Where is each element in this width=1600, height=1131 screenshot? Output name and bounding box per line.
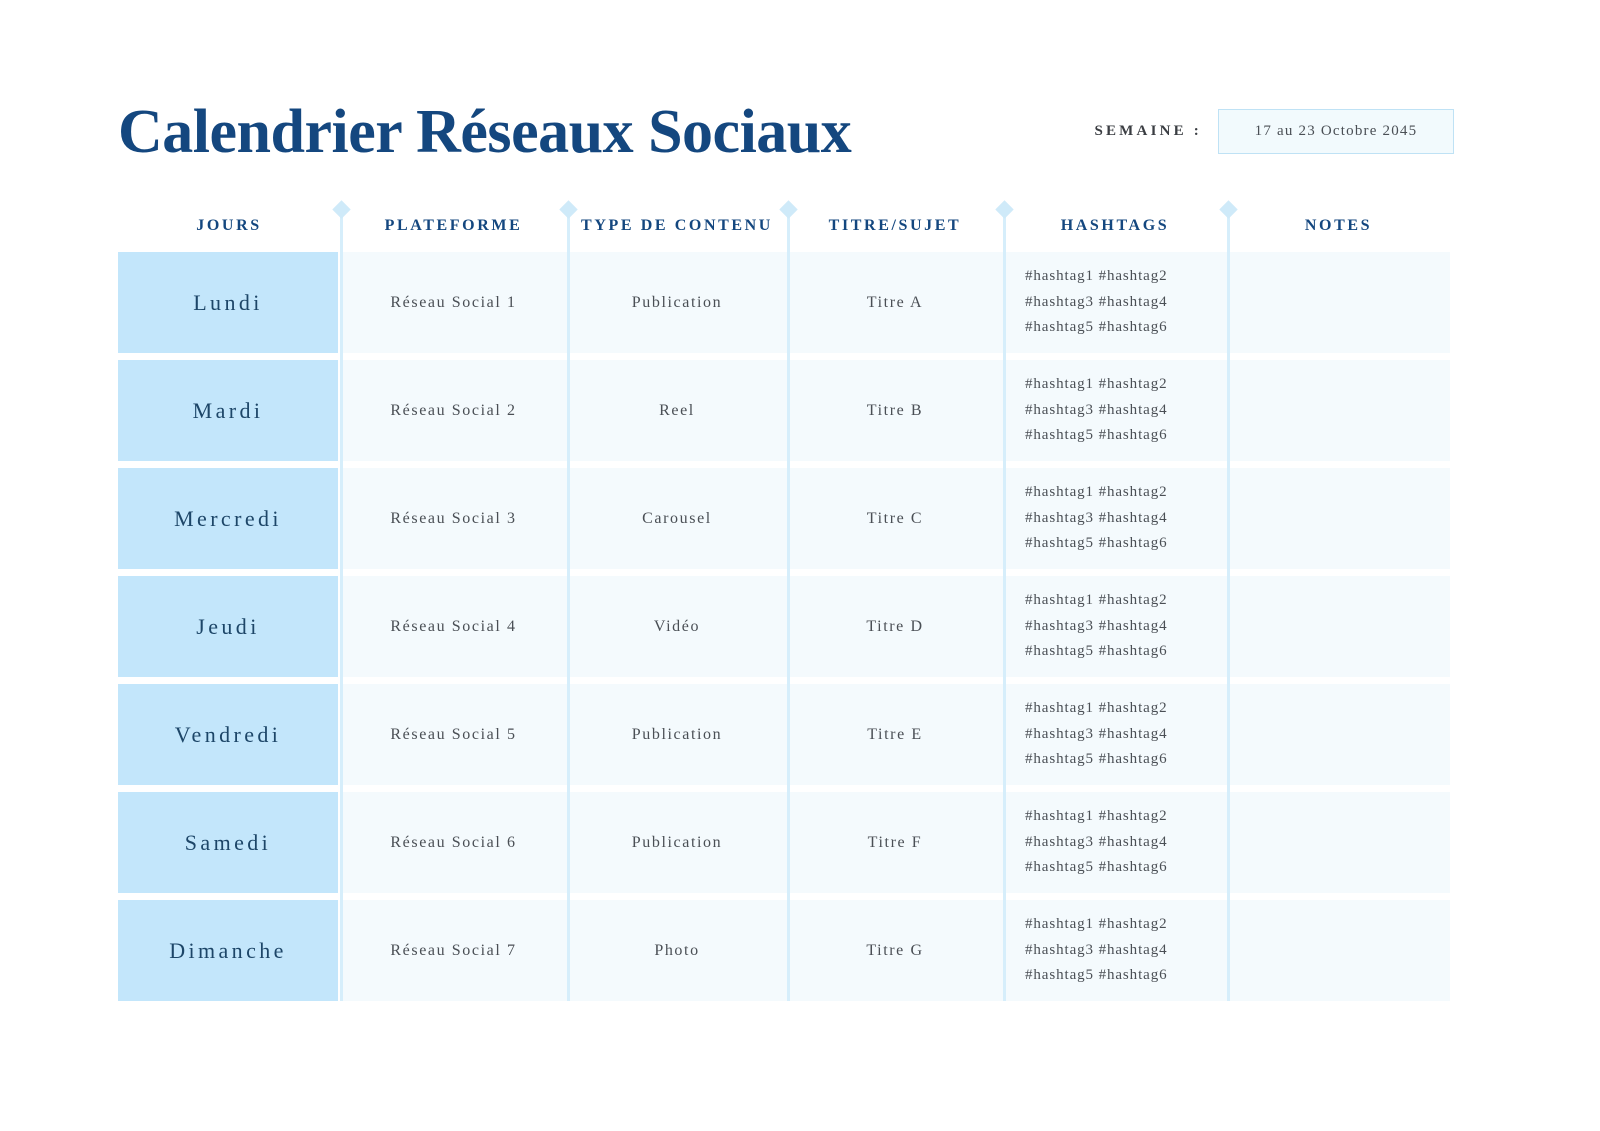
- column-header-notes: NOTES: [1227, 200, 1450, 252]
- cell-notes[interactable]: [1227, 468, 1450, 569]
- page-title: Calendrier Réseaux Sociaux: [118, 98, 852, 166]
- cell-day: Vendredi: [118, 684, 338, 785]
- table-row: Mardi Réseau Social 2 Reel Titre B #hashtag1…: [118, 360, 1450, 461]
- cell-hashtags[interactable]: #hashtag1 #hashtag2 #hashtag3 #hashtag4 #h…: [1003, 252, 1227, 353]
- page-header: Calendrier Réseaux Sociaux SEMAINE : 17 …: [118, 86, 1454, 178]
- hashtag-line: #hashtag1 #hashtag2: [1025, 483, 1168, 500]
- cell-content-type[interactable]: Carousel: [567, 468, 787, 569]
- table-body: Lundi Réseau Social 1 Publication Titre A #h…: [118, 252, 1450, 1001]
- week-label: SEMAINE :: [1094, 122, 1202, 139]
- cell-title[interactable]: Titre D: [787, 576, 1003, 677]
- cell-content-type[interactable]: Publication: [567, 792, 787, 893]
- cell-hashtags[interactable]: #hashtag1 #hashtag2 #hashtag3 #hashtag4 #h…: [1003, 900, 1227, 1001]
- table-row: Mercredi Réseau Social 3 Carousel Titre C #h…: [118, 468, 1450, 569]
- cell-platform[interactable]: Réseau Social 6: [340, 792, 567, 893]
- hashtag-line: #hashtag1 #hashtag2: [1025, 591, 1168, 608]
- table-row: Dimanche Réseau Social 7 Photo Titre G #hash…: [118, 900, 1450, 1001]
- table-row: Samedi Réseau Social 6 Publication Titre F #…: [118, 792, 1450, 893]
- cell-notes[interactable]: [1227, 252, 1450, 353]
- hashtag-line: #hashtag3 #hashtag4: [1025, 617, 1168, 634]
- cell-hashtags[interactable]: #hashtag1 #hashtag2 #hashtag3 #hashtag4 #h…: [1003, 684, 1227, 785]
- hashtag-line: #hashtag3 #hashtag4: [1025, 725, 1168, 742]
- calendar-table: JOURS PLATEFORME TYPE DE CONTENU TITRE/S…: [118, 200, 1450, 1001]
- hashtag-line: #hashtag5 #hashtag6: [1025, 643, 1168, 660]
- calendar-page: Calendrier Réseaux Sociaux SEMAINE : 17 …: [0, 0, 1600, 1131]
- cell-hashtags[interactable]: #hashtag1 #hashtag2 #hashtag3 #hashtag4 #h…: [1003, 792, 1227, 893]
- hashtag-line: #hashtag5 #hashtag6: [1025, 859, 1168, 876]
- hashtag-list: #hashtag1 #hashtag2 #hashtag3 #hashtag4 #h…: [1025, 482, 1168, 555]
- cell-hashtags[interactable]: #hashtag1 #hashtag2 #hashtag3 #hashtag4 #h…: [1003, 468, 1227, 569]
- cell-day: Samedi: [118, 792, 338, 893]
- week-value-box[interactable]: 17 au 23 Octobre 2045: [1218, 108, 1454, 154]
- hashtag-list: #hashtag1 #hashtag2 #hashtag3 #hashtag4 #h…: [1025, 806, 1168, 879]
- cell-title[interactable]: Titre G: [787, 900, 1003, 1001]
- cell-hashtags[interactable]: #hashtag1 #hashtag2 #hashtag3 #hashtag4 #h…: [1003, 360, 1227, 461]
- hashtag-line: #hashtag5 #hashtag6: [1025, 967, 1168, 984]
- table-header-row: JOURS PLATEFORME TYPE DE CONTENU TITRE/S…: [118, 200, 1450, 252]
- cell-platform[interactable]: Réseau Social 3: [340, 468, 567, 569]
- hashtag-line: #hashtag5 #hashtag6: [1025, 319, 1168, 336]
- cell-platform[interactable]: Réseau Social 7: [340, 900, 567, 1001]
- hashtag-list: #hashtag1 #hashtag2 #hashtag3 #hashtag4 #h…: [1025, 914, 1168, 987]
- table-row: Jeudi Réseau Social 4 Vidéo Titre D #hashtag…: [118, 576, 1450, 677]
- cell-platform[interactable]: Réseau Social 2: [340, 360, 567, 461]
- hashtag-line: #hashtag1 #hashtag2: [1025, 375, 1168, 392]
- hashtag-line: #hashtag1 #hashtag2: [1025, 915, 1168, 932]
- hashtag-line: #hashtag3 #hashtag4: [1025, 401, 1168, 418]
- cell-content-type[interactable]: Publication: [567, 684, 787, 785]
- cell-notes[interactable]: [1227, 360, 1450, 461]
- hashtag-line: #hashtag5 #hashtag6: [1025, 427, 1168, 444]
- hashtag-line: #hashtag3 #hashtag4: [1025, 833, 1168, 850]
- column-header-jours: JOURS: [118, 200, 340, 252]
- cell-notes[interactable]: [1227, 576, 1450, 677]
- week-value: 17 au 23 Octobre 2045: [1254, 122, 1418, 139]
- cell-platform[interactable]: Réseau Social 4: [340, 576, 567, 677]
- hashtag-line: #hashtag3 #hashtag4: [1025, 509, 1168, 526]
- hashtag-line: #hashtag5 #hashtag6: [1025, 535, 1168, 552]
- cell-title[interactable]: Titre A: [787, 252, 1003, 353]
- column-header-hashtags: HASHTAGS: [1003, 200, 1227, 252]
- cell-day: Mercredi: [118, 468, 338, 569]
- hashtag-list: #hashtag1 #hashtag2 #hashtag3 #hashtag4 #h…: [1025, 266, 1168, 339]
- cell-platform[interactable]: Réseau Social 5: [340, 684, 567, 785]
- cell-title[interactable]: Titre C: [787, 468, 1003, 569]
- cell-day: Lundi: [118, 252, 338, 353]
- cell-content-type[interactable]: Publication: [567, 252, 787, 353]
- cell-hashtags[interactable]: #hashtag1 #hashtag2 #hashtag3 #hashtag4 #h…: [1003, 576, 1227, 677]
- cell-notes[interactable]: [1227, 792, 1450, 893]
- hashtag-line: #hashtag1 #hashtag2: [1025, 699, 1168, 716]
- table-row: Vendredi Réseau Social 5 Publication Titre …: [118, 684, 1450, 785]
- cell-title[interactable]: Titre B: [787, 360, 1003, 461]
- cell-day: Dimanche: [118, 900, 338, 1001]
- hashtag-line: #hashtag5 #hashtag6: [1025, 751, 1168, 768]
- cell-day: Mardi: [118, 360, 338, 461]
- hashtag-line: #hashtag1 #hashtag2: [1025, 267, 1168, 284]
- column-header-plateforme: PLATEFORME: [340, 200, 567, 252]
- cell-notes[interactable]: [1227, 900, 1450, 1001]
- cell-content-type[interactable]: Vidéo: [567, 576, 787, 677]
- hashtag-list: #hashtag1 #hashtag2 #hashtag3 #hashtag4 #h…: [1025, 698, 1168, 771]
- column-header-titre-sujet: TITRE/SUJET: [787, 200, 1003, 252]
- column-header-type-de-contenu: TYPE DE CONTENU: [567, 200, 787, 252]
- cell-platform[interactable]: Réseau Social 1: [340, 252, 567, 353]
- cell-title[interactable]: Titre E: [787, 684, 1003, 785]
- cell-notes[interactable]: [1227, 684, 1450, 785]
- cell-day: Jeudi: [118, 576, 338, 677]
- week-selector: SEMAINE : 17 au 23 Octobre 2045: [1094, 108, 1454, 156]
- hashtag-list: #hashtag1 #hashtag2 #hashtag3 #hashtag4 #h…: [1025, 590, 1168, 663]
- table-row: Lundi Réseau Social 1 Publication Titre A #h…: [118, 252, 1450, 353]
- hashtag-list: #hashtag1 #hashtag2 #hashtag3 #hashtag4 #h…: [1025, 374, 1168, 447]
- cell-title[interactable]: Titre F: [787, 792, 1003, 893]
- cell-content-type[interactable]: Reel: [567, 360, 787, 461]
- cell-content-type[interactable]: Photo: [567, 900, 787, 1001]
- hashtag-line: #hashtag3 #hashtag4: [1025, 293, 1168, 310]
- hashtag-line: #hashtag1 #hashtag2: [1025, 807, 1168, 824]
- hashtag-line: #hashtag3 #hashtag4: [1025, 941, 1168, 958]
